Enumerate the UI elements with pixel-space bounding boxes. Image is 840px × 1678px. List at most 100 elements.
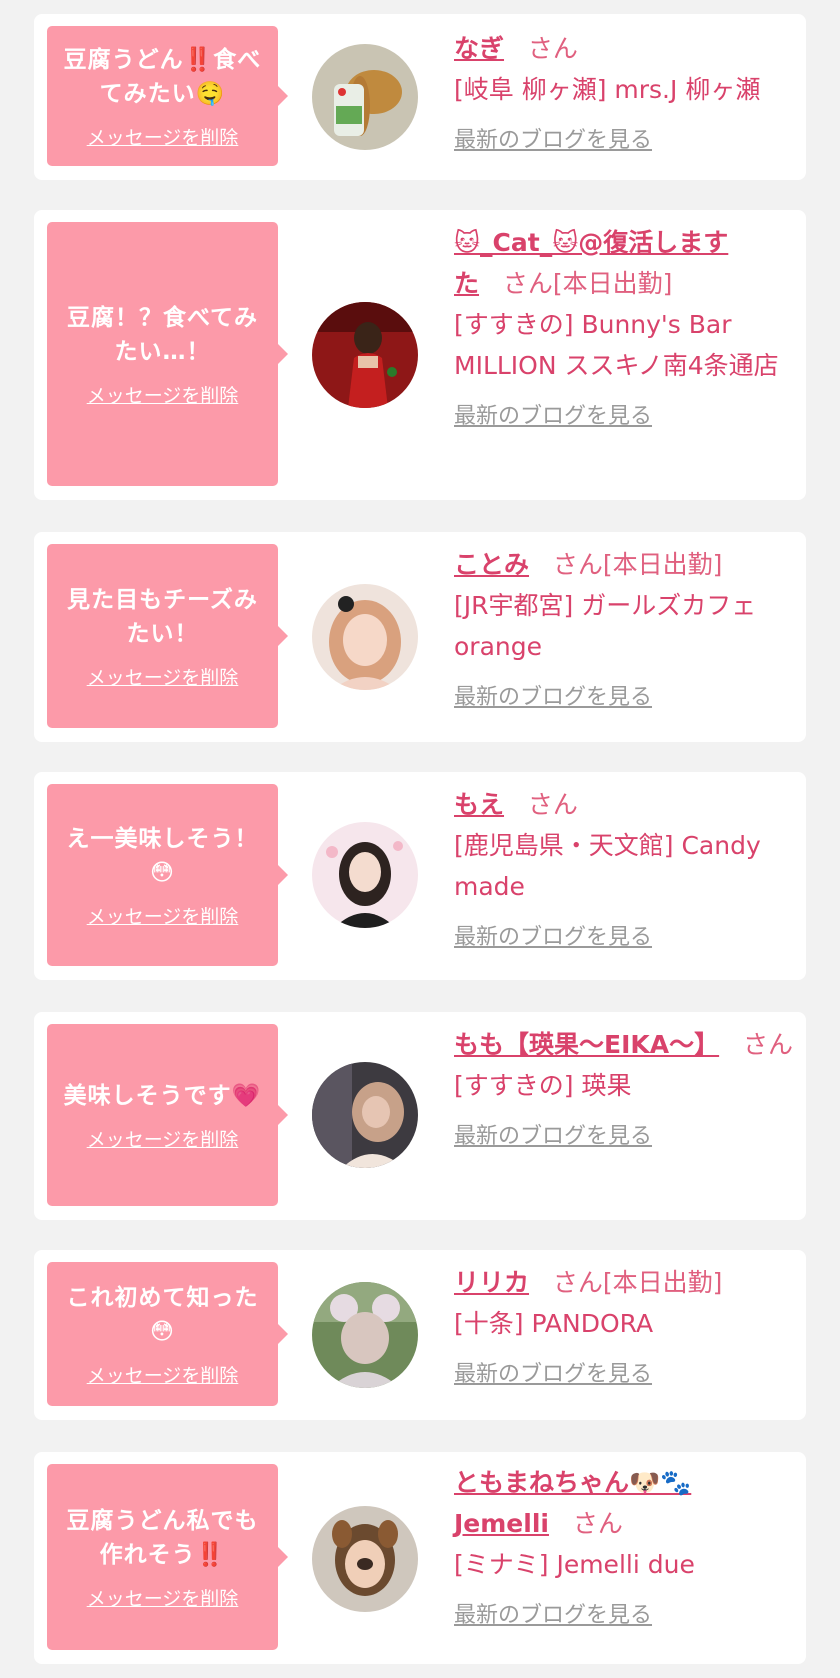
name-line: リリカ さん[本日出勤] xyxy=(454,1262,794,1303)
cast-name-link[interactable]: Jemelli xyxy=(454,1509,549,1538)
message-card: え一美味しそう！ 😳 メッセージを削除 もえ さん [鹿児島県・天文館] Can… xyxy=(34,772,806,980)
cast-info: 🐱_Cat_🐱@復活します た さん[本日出勤] [すすきの] Bunny's … xyxy=(454,222,794,430)
cast-info: ともまねちゃん🐶🐾 Jemelli さん [ミナミ] Jemelli due 最… xyxy=(454,1462,794,1629)
latest-blog-link[interactable]: 最新のブログを見る xyxy=(454,919,794,951)
comment-text: 豆腐うどん‼️食べ てみたい🤤 xyxy=(64,43,262,111)
shop-info: [JR宇都宮] ガールズカフェorange xyxy=(454,591,757,661)
name-line: もえ さん xyxy=(454,784,794,825)
honorific: さん xyxy=(572,1509,623,1538)
cast-name-link[interactable]: た xyxy=(454,269,479,298)
cast-info: もえ さん [鹿児島県・天文館] Candy made 最新のブログを見る xyxy=(454,784,794,951)
avatar[interactable] xyxy=(312,44,418,150)
comment-line: 豆腐！？食べてみ xyxy=(66,304,259,331)
latest-blog-link[interactable]: 最新のブログを見る xyxy=(454,1118,794,1150)
delete-message-link[interactable]: メッセージを削除 xyxy=(87,1584,239,1611)
delete-message-link[interactable]: メッセージを削除 xyxy=(87,123,239,150)
comment-bubble: え一美味しそう！ 😳 メッセージを削除 xyxy=(47,784,288,966)
comment-line: 美味しそうです💗 xyxy=(63,1082,262,1109)
shop-info: [ミナミ] Jemelli due xyxy=(454,1550,695,1579)
latest-blog-link[interactable]: 最新のブログを見る xyxy=(454,1597,794,1629)
delete-message-link[interactable]: メッセージを削除 xyxy=(87,902,239,929)
comment-line: たい！ xyxy=(126,620,199,647)
comment-line: 豆腐うどん私でも xyxy=(66,1507,259,1534)
comment-text: 見た目もチーズみ たい！ xyxy=(67,583,258,651)
honorific: さん xyxy=(502,269,553,298)
shop-info: [鹿児島県・天文館] Candy made xyxy=(454,831,761,901)
honorific: さん xyxy=(552,550,603,579)
avatar[interactable] xyxy=(312,302,418,408)
honorific: さん xyxy=(742,1030,793,1059)
latest-blog-link[interactable]: 最新のブログを見る xyxy=(454,1356,794,1388)
cast-name-link[interactable]: ともまねちゃん🐶🐾 xyxy=(454,1468,691,1497)
delete-message-link[interactable]: メッセージを削除 xyxy=(87,1361,239,1388)
cast-info: リリカ さん[本日出勤] [十条] PANDORA 最新のブログを見る xyxy=(454,1262,794,1388)
avatar-image xyxy=(312,584,418,690)
cast-name-link[interactable]: リリカ xyxy=(454,1268,529,1297)
latest-blog-link[interactable]: 最新のブログを見る xyxy=(454,122,794,154)
avatar-image xyxy=(312,822,418,928)
name-line: 🐱_Cat_🐱@復活します xyxy=(454,222,794,263)
avatar[interactable] xyxy=(312,1062,418,1168)
avatar-image xyxy=(312,1506,418,1612)
delete-message-link[interactable]: メッセージを削除 xyxy=(87,381,239,408)
cast-info: なぎ さん [岐阜 柳ヶ瀬] mrs.J 柳ヶ瀬 最新のブログを見る xyxy=(454,28,794,154)
avatar[interactable] xyxy=(312,584,418,690)
comment-text: これ初めて知った 😳 xyxy=(67,1281,259,1349)
comment-bubble: 見た目もチーズみ たい！ メッセージを削除 xyxy=(47,544,288,728)
name-line: なぎ さん xyxy=(454,28,794,69)
honorific: さん xyxy=(527,790,578,819)
comment-line: 作れそう‼️ xyxy=(99,1541,226,1568)
comment-bubble: 豆腐うどん‼️食べ てみたい🤤 メッセージを削除 xyxy=(47,26,288,166)
comment-line: 豆腐うどん‼️食べ xyxy=(63,46,262,73)
name-line: ともまねちゃん🐶🐾 xyxy=(454,1462,794,1503)
shop-info: [すすきの] 瑛果 xyxy=(454,1071,632,1100)
avatar-image xyxy=(312,1282,418,1388)
shop-info: [十条] PANDORA xyxy=(454,1309,654,1338)
shop-info: [岐阜 柳ヶ瀬] mrs.J 柳ヶ瀬 xyxy=(454,75,761,104)
name-line: た さん[本日出勤] xyxy=(454,263,794,304)
cast-name-link[interactable]: ことみ xyxy=(454,550,529,579)
comment-line: 見た目もチーズみ xyxy=(67,586,258,613)
comment-line: 😳 xyxy=(150,859,175,886)
comment-bubble: これ初めて知った 😳 メッセージを削除 xyxy=(47,1262,288,1406)
comment-line: たい…！ xyxy=(114,338,211,365)
comment-line: これ初めて知った xyxy=(66,1284,259,1311)
comment-line: てみたい🤤 xyxy=(99,80,226,107)
honorific: さん xyxy=(527,34,578,63)
comment-text: 豆腐うどん私でも 作れそう‼️ xyxy=(67,1504,259,1572)
avatar[interactable] xyxy=(312,822,418,928)
work-status: [本日出勤] xyxy=(602,550,723,579)
cast-name-link[interactable]: 🐱_Cat_🐱@復活します xyxy=(454,228,728,257)
comment-text: 美味しそうです💗 xyxy=(64,1079,262,1113)
comment-bubble: 豆腐！？食べてみ たい…！ メッセージを削除 xyxy=(47,222,288,486)
comment-line: 😳 xyxy=(150,1318,175,1345)
cast-info: もも【瑛果〜EIKA〜】 さん [すすきの] 瑛果 最新のブログを見る xyxy=(454,1024,794,1150)
cast-name-link[interactable]: もも【瑛果〜EIKA〜】 xyxy=(454,1030,719,1059)
latest-blog-link[interactable]: 最新のブログを見る xyxy=(454,679,794,711)
comment-bubble: 豆腐うどん私でも 作れそう‼️ メッセージを削除 xyxy=(47,1464,288,1650)
delete-message-link[interactable]: メッセージを削除 xyxy=(87,663,239,690)
message-card: 美味しそうです💗 メッセージを削除 もも【瑛果〜EIKA〜】 さん [すすきの]… xyxy=(34,1012,806,1220)
cast-name-link[interactable]: もえ xyxy=(454,790,504,819)
avatar[interactable] xyxy=(312,1506,418,1612)
name-line: もも【瑛果〜EIKA〜】 さん xyxy=(454,1024,794,1065)
message-card: 豆腐うどん私でも 作れそう‼️ メッセージを削除 ともまねちゃん🐶🐾 Jemel… xyxy=(34,1452,806,1664)
comment-line: え一美味しそう！ xyxy=(66,825,259,852)
message-card: 見た目もチーズみ たい！ メッセージを削除 ことみ さん[本日出勤] [JR宇都… xyxy=(34,532,806,742)
avatar[interactable] xyxy=(312,1282,418,1388)
comment-text: 豆腐！？食べてみ たい…！ xyxy=(67,301,258,369)
message-card: これ初めて知った 😳 メッセージを削除 リリカ さん[本日出勤] [十条] PA… xyxy=(34,1250,806,1420)
comment-text: え一美味しそう！ 😳 xyxy=(67,822,259,890)
avatar-image xyxy=(312,302,418,408)
honorific: さん xyxy=(552,1268,603,1297)
work-status: [本日出勤] xyxy=(552,269,673,298)
delete-message-link[interactable]: メッセージを削除 xyxy=(87,1125,239,1152)
work-status: [本日出勤] xyxy=(602,1268,723,1297)
avatar-image xyxy=(312,44,418,150)
cast-name-link[interactable]: なぎ xyxy=(454,34,504,63)
avatar-image xyxy=(312,1062,418,1168)
name-line: ことみ さん[本日出勤] xyxy=(454,544,794,585)
shop-info: [すすきの] Bunny's Bar MILLION ススキノ南4条通店 xyxy=(454,310,779,380)
latest-blog-link[interactable]: 最新のブログを見る xyxy=(454,398,794,430)
comment-bubble: 美味しそうです💗 メッセージを削除 xyxy=(47,1024,288,1206)
